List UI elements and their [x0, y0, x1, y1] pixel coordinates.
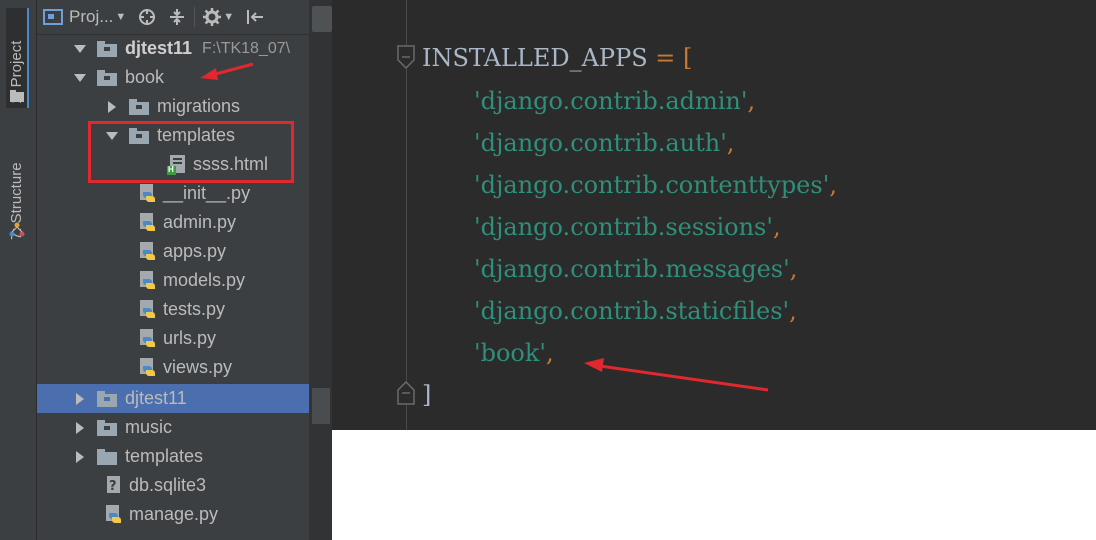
arrow-to-book-app [584, 358, 769, 392]
annotation-arrows [200, 62, 769, 392]
arrow-to-book-folder [200, 62, 254, 80]
